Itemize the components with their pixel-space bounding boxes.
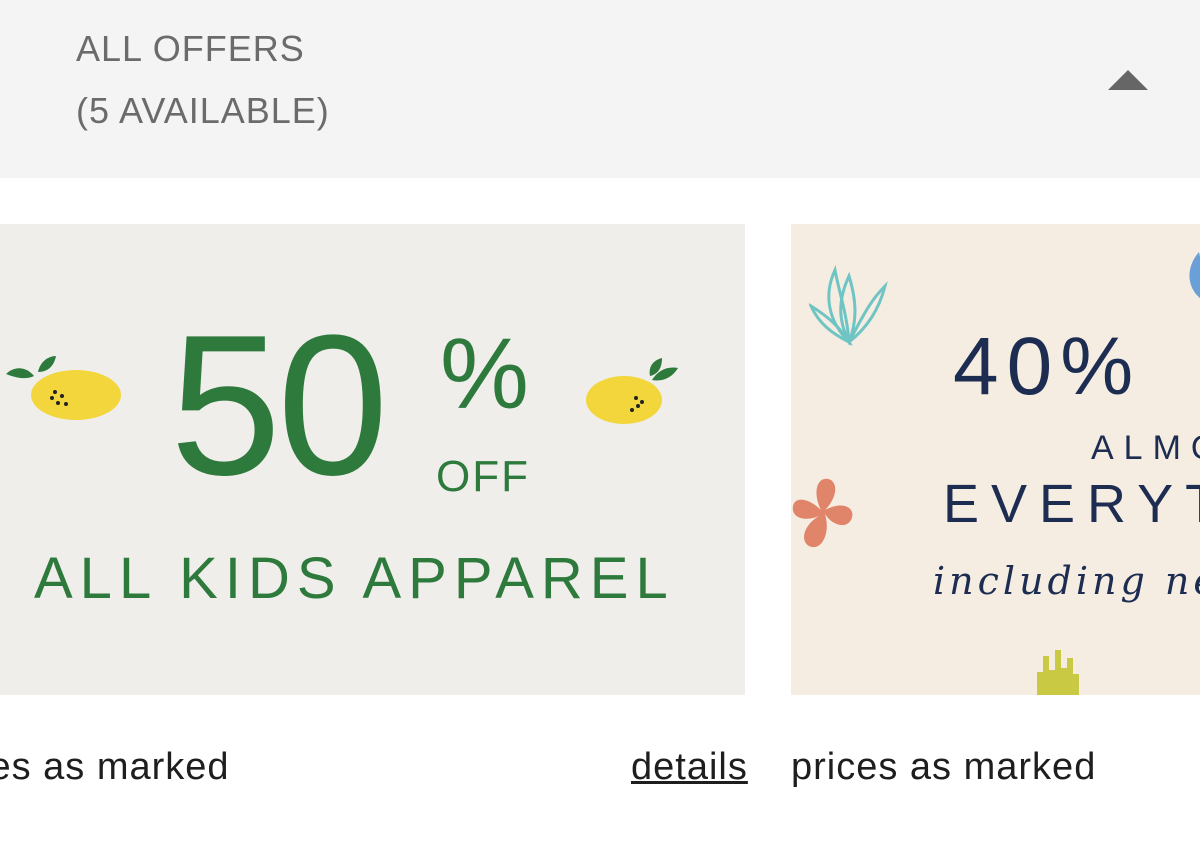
caret-up-icon — [1108, 70, 1148, 90]
offers-header[interactable]: ALL OFFERS (5 AVAILABLE) — [0, 0, 1200, 178]
collapse-offers-button[interactable] — [1098, 62, 1158, 102]
offer-headline: ALL KIDS APPAREL — [34, 546, 675, 611]
offer-banner-kids-apparel[interactable]: 50 % OFF ALL KIDS APPAREL — [0, 224, 745, 695]
details-link[interactable]: details — [631, 744, 748, 790]
offers-carousel[interactable]: 50 % OFF ALL KIDS APPAREL 40% ALMO — [0, 224, 1200, 859]
offer-caption: prices as marked — [791, 746, 1097, 788]
offer-banner-everything[interactable]: 40% ALMO EVERYT including ne — [791, 224, 1200, 695]
offer-caption: ices as marked — [0, 746, 230, 788]
offers-title: ALL OFFERS — [76, 28, 305, 69]
leaf-icon — [809, 265, 888, 346]
offers-count: (5 AVAILABLE) — [76, 90, 330, 131]
offer-line-almost: ALMO — [1091, 429, 1200, 467]
discount-number: 50 — [170, 294, 388, 517]
coral-icon — [1037, 650, 1079, 695]
offer-line-everything: EVERYT — [943, 474, 1200, 534]
offer-line-including: including ne — [933, 559, 1200, 603]
discount-text: 40% — [953, 321, 1142, 412]
percent-sign: % — [440, 318, 529, 430]
lemon-icon — [6, 356, 121, 420]
off-text: OFF — [436, 452, 530, 501]
lemon-icon — [586, 358, 678, 424]
leaf-icon — [1189, 252, 1200, 299]
flower-icon — [792, 478, 853, 548]
